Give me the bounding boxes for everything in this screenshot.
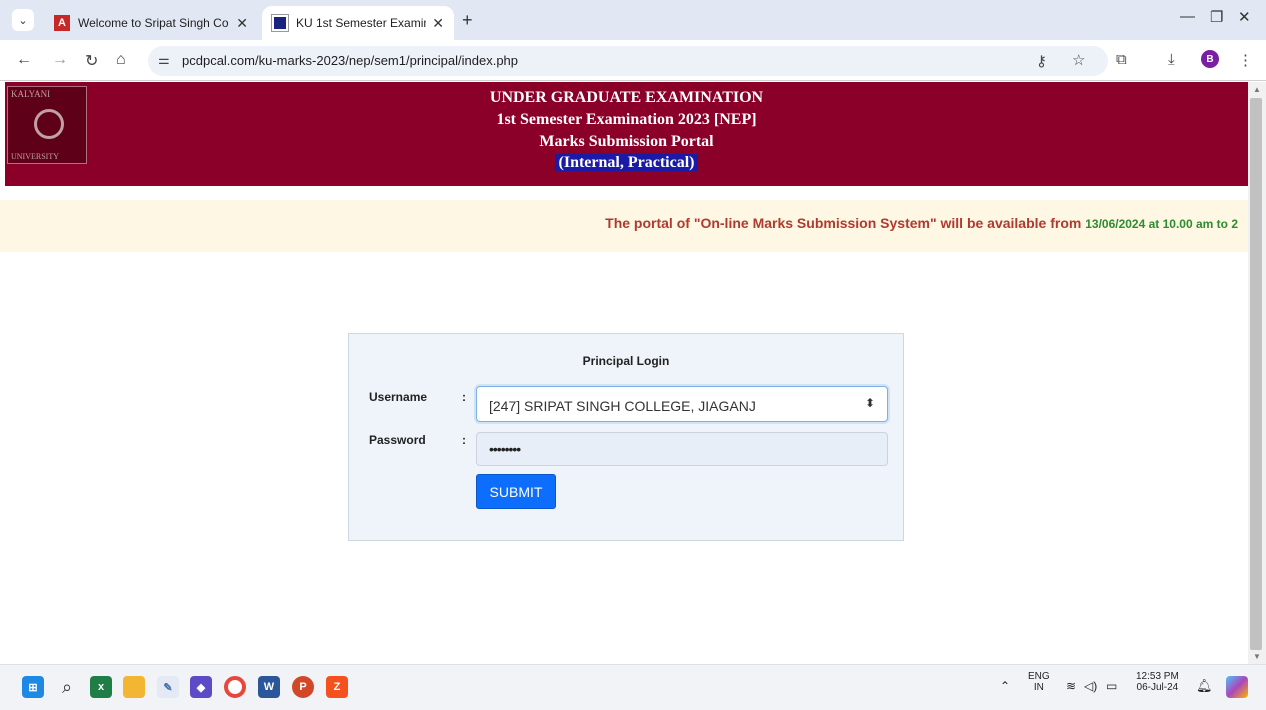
tab-ku-examination[interactable]: KU 1st Semester Examination 2023 ✕: [262, 6, 454, 40]
back-icon[interactable]: ←: [16, 51, 32, 69]
chrome-icon[interactable]: [224, 676, 246, 698]
ku-favicon-icon: [271, 14, 289, 32]
battery-icon[interactable]: ▭: [1106, 679, 1117, 693]
submit-button[interactable]: SUBMIT: [476, 474, 556, 509]
acrobat-favicon-icon: A: [54, 15, 70, 31]
download-icon[interactable]: ⤓: [1168, 51, 1175, 68]
banner-line-1: UNDER GRADUATE EXAMINATION: [489, 89, 764, 106]
extensions-icon[interactable]: ⧉: [1116, 51, 1127, 68]
notice-bar: The portal of "On-line Marks Submission …: [0, 200, 1248, 252]
file-explorer-icon[interactable]: [123, 676, 145, 698]
scroll-down-icon[interactable]: ▼: [1253, 652, 1261, 661]
banner-line-4-wrap: (Internal, Practical): [5, 154, 1248, 172]
banner-line-2: 1st Semester Examination 2023 [NEP]: [496, 111, 757, 128]
username-colon: :: [462, 390, 466, 404]
onenote-icon[interactable]: ◆: [190, 676, 212, 698]
clock-date: 06-Jul-24: [1136, 682, 1179, 693]
language-indicator[interactable]: ENG IN: [1028, 671, 1050, 693]
copilot-icon[interactable]: [1226, 676, 1248, 698]
browser-toolbar: ← → ↻ ⌂ ⚌ pcdpcal.com/ku-marks-2023/nep/…: [0, 40, 1266, 81]
profile-avatar[interactable]: B: [1201, 50, 1219, 68]
tab-sripat-singh-college[interactable]: A Welcome to Sripat Singh College ✕: [44, 6, 258, 40]
word-icon[interactable]: W: [258, 676, 280, 698]
wifi-icon[interactable]: ≋: [1066, 679, 1076, 693]
minimize-icon[interactable]: —: [1180, 8, 1195, 25]
windows-start-icon[interactable]: ⊞: [22, 676, 44, 698]
powerpoint-icon[interactable]: P: [292, 676, 314, 698]
tab-title: KU 1st Semester Examination 2023: [296, 16, 426, 30]
password-field[interactable]: ••••••••: [476, 432, 888, 466]
banner-line-3: Marks Submission Portal: [539, 133, 714, 150]
login-title: Principal Login: [582, 354, 670, 368]
app-orange-icon[interactable]: Z: [326, 676, 348, 698]
password-masked-value: ••••••••: [489, 441, 521, 457]
notification-bell-icon[interactable]: 🔔︎: [1196, 678, 1213, 694]
search-icon[interactable]: ⌕: [56, 676, 78, 698]
exam-banner: KALYANI UNIVERSITY UNDER GRADUATE EXAMIN…: [5, 82, 1248, 186]
close-window-icon[interactable]: ✕: [1238, 8, 1251, 26]
bookmark-star-icon[interactable]: ☆: [1072, 51, 1085, 69]
close-tab-icon[interactable]: ✕: [236, 15, 248, 32]
menu-kebab-icon[interactable]: ⋮: [1238, 51, 1253, 69]
lang-top: ENG: [1028, 671, 1050, 682]
clock-time: 12:53 PM: [1136, 671, 1179, 682]
notice-text: The portal of "On-line Marks Submission …: [605, 215, 1238, 231]
password-key-icon[interactable]: ⚷: [1036, 52, 1047, 70]
tab-search-chevron-icon[interactable]: ⌄: [12, 9, 34, 31]
reload-icon[interactable]: ↻: [85, 51, 98, 71]
username-select[interactable]: [247] SRIPAT SINGH COLLEGE, JIAGANJ ⬍: [476, 386, 888, 422]
tray-chevron-icon[interactable]: ⌃: [1000, 679, 1010, 693]
home-icon[interactable]: ⌂: [116, 51, 126, 69]
password-colon: :: [462, 433, 466, 447]
password-label: Password: [369, 433, 426, 447]
tab-title: Welcome to Sripat Singh College: [78, 16, 228, 30]
lang-bottom: IN: [1033, 682, 1044, 693]
new-tab-icon[interactable]: +: [462, 10, 473, 31]
restore-icon[interactable]: ❐: [1210, 8, 1223, 26]
volume-icon[interactable]: ◁): [1084, 679, 1097, 693]
paint-icon[interactable]: ✎: [157, 676, 179, 698]
principal-login-form: Principal Login Username : [247] SRIPAT …: [348, 333, 904, 541]
windows-taskbar: ⊞ ⌕ x ✎ ◆ W P Z ⌃ ENG IN ≋ ◁) ▭ 12:53 PM…: [0, 664, 1266, 710]
select-updown-icon: ⬍: [864, 396, 875, 410]
site-info-icon[interactable]: ⚌: [158, 52, 170, 68]
scroll-up-icon[interactable]: ▲: [1253, 85, 1261, 94]
forward-icon[interactable]: →: [52, 51, 68, 69]
close-tab-icon[interactable]: ✕: [432, 15, 444, 32]
url-text[interactable]: pcdpcal.com/ku-marks-2023/nep/sem1/princ…: [182, 53, 518, 68]
excel-icon[interactable]: x: [90, 676, 112, 698]
banner-line-4: (Internal, Practical): [554, 154, 699, 171]
browser-tab-bar: ⌄ A Welcome to Sripat Singh College ✕ KU…: [0, 0, 1266, 40]
page-scrollbar[interactable]: ▲ ▼: [1248, 82, 1266, 664]
clock[interactable]: 12:53 PM 06-Jul-24: [1136, 671, 1179, 693]
username-selected-value: [247] SRIPAT SINGH COLLEGE, JIAGANJ: [489, 398, 756, 414]
address-bar[interactable]: ⚌ pcdpcal.com/ku-marks-2023/nep/sem1/pri…: [148, 46, 1108, 76]
notice-date: 13/06/2024 at 10.00 am to 2: [1085, 217, 1238, 231]
scrollbar-thumb[interactable]: [1250, 98, 1262, 650]
username-label: Username: [369, 390, 428, 404]
notice-message: The portal of "On-line Marks Submission …: [605, 215, 1086, 231]
